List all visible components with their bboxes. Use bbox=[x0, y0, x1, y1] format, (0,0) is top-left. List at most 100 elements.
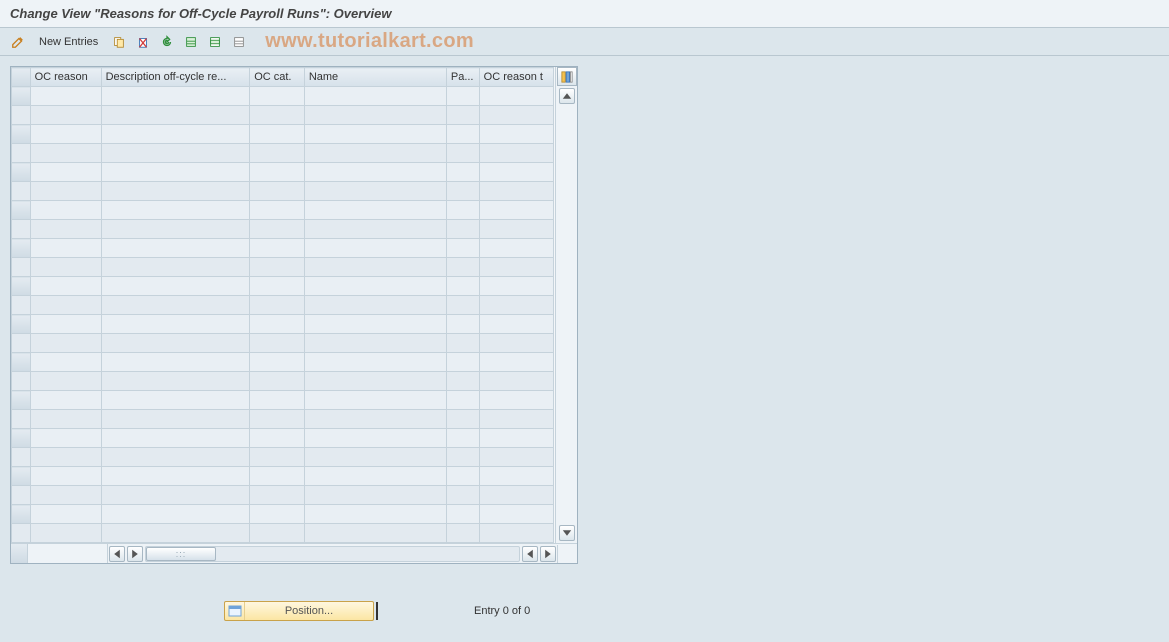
cell[interactable] bbox=[304, 410, 446, 429]
cell[interactable] bbox=[446, 277, 479, 296]
cell[interactable] bbox=[101, 258, 250, 277]
data-grid[interactable]: OC reasonDescription off-cycle re...OC c… bbox=[11, 67, 554, 543]
cell[interactable] bbox=[250, 448, 305, 467]
cell[interactable] bbox=[479, 201, 553, 220]
cell[interactable] bbox=[250, 106, 305, 125]
cell[interactable] bbox=[446, 296, 479, 315]
cell[interactable] bbox=[304, 486, 446, 505]
delete-icon[interactable] bbox=[133, 32, 153, 52]
cell[interactable] bbox=[250, 296, 305, 315]
cell[interactable] bbox=[101, 201, 250, 220]
undo-change-icon[interactable] bbox=[157, 32, 177, 52]
cell[interactable] bbox=[446, 448, 479, 467]
cell[interactable] bbox=[101, 524, 250, 543]
cell[interactable] bbox=[479, 144, 553, 163]
cell[interactable] bbox=[479, 87, 553, 106]
cell[interactable] bbox=[101, 486, 250, 505]
table-row[interactable] bbox=[12, 315, 554, 334]
cell[interactable] bbox=[101, 296, 250, 315]
cell[interactable] bbox=[250, 524, 305, 543]
cell[interactable] bbox=[30, 334, 101, 353]
table-row[interactable] bbox=[12, 372, 554, 391]
cell[interactable] bbox=[30, 144, 101, 163]
cell[interactable] bbox=[304, 106, 446, 125]
cell[interactable] bbox=[250, 372, 305, 391]
cell[interactable] bbox=[304, 87, 446, 106]
cell[interactable] bbox=[304, 277, 446, 296]
column-header[interactable]: OC reason bbox=[30, 68, 101, 87]
cell[interactable] bbox=[304, 258, 446, 277]
cell[interactable] bbox=[479, 106, 553, 125]
column-header[interactable]: OC reason t bbox=[479, 68, 553, 87]
table-row[interactable] bbox=[12, 277, 554, 296]
table-row[interactable] bbox=[12, 334, 554, 353]
new-entries-button[interactable]: New Entries bbox=[32, 32, 105, 52]
cell[interactable] bbox=[304, 201, 446, 220]
cell[interactable] bbox=[30, 429, 101, 448]
table-row[interactable] bbox=[12, 182, 554, 201]
cell[interactable] bbox=[30, 353, 101, 372]
scroll-right2-icon[interactable] bbox=[540, 546, 556, 562]
cell[interactable] bbox=[304, 163, 446, 182]
cell[interactable] bbox=[101, 391, 250, 410]
column-header[interactable]: Name bbox=[304, 68, 446, 87]
cell[interactable] bbox=[30, 486, 101, 505]
row-selector[interactable] bbox=[12, 448, 31, 467]
cell[interactable] bbox=[101, 87, 250, 106]
cell[interactable] bbox=[479, 277, 553, 296]
cell[interactable] bbox=[446, 106, 479, 125]
table-row[interactable] bbox=[12, 524, 554, 543]
cell[interactable] bbox=[30, 163, 101, 182]
vertical-scrollbar[interactable] bbox=[555, 67, 577, 543]
scroll-right-icon[interactable] bbox=[127, 546, 143, 562]
cell[interactable] bbox=[304, 429, 446, 448]
cell[interactable] bbox=[304, 334, 446, 353]
cell[interactable] bbox=[479, 429, 553, 448]
cell[interactable] bbox=[304, 125, 446, 144]
table-row[interactable] bbox=[12, 163, 554, 182]
table-row[interactable] bbox=[12, 410, 554, 429]
table-row[interactable] bbox=[12, 125, 554, 144]
row-selector[interactable] bbox=[12, 277, 31, 296]
cell[interactable] bbox=[479, 239, 553, 258]
cell[interactable] bbox=[30, 239, 101, 258]
cell[interactable] bbox=[250, 410, 305, 429]
cell[interactable] bbox=[479, 258, 553, 277]
row-selector[interactable] bbox=[12, 201, 31, 220]
cell[interactable] bbox=[101, 467, 250, 486]
row-selector[interactable] bbox=[12, 429, 31, 448]
table-row[interactable] bbox=[12, 429, 554, 448]
horizontal-scrollbar[interactable]: ::: bbox=[11, 543, 577, 563]
cell[interactable] bbox=[101, 106, 250, 125]
table-row[interactable] bbox=[12, 239, 554, 258]
cell[interactable] bbox=[479, 220, 553, 239]
cell[interactable] bbox=[101, 125, 250, 144]
cell[interactable] bbox=[30, 391, 101, 410]
cell[interactable] bbox=[304, 239, 446, 258]
row-selector[interactable] bbox=[12, 410, 31, 429]
cell[interactable] bbox=[250, 505, 305, 524]
cell[interactable] bbox=[446, 467, 479, 486]
row-selector[interactable] bbox=[12, 87, 31, 106]
cell[interactable] bbox=[446, 220, 479, 239]
row-selector[interactable] bbox=[12, 467, 31, 486]
cell[interactable] bbox=[101, 239, 250, 258]
cell[interactable] bbox=[446, 201, 479, 220]
select-all-icon[interactable] bbox=[181, 32, 201, 52]
cell[interactable] bbox=[250, 277, 305, 296]
cell[interactable] bbox=[250, 201, 305, 220]
row-selector[interactable] bbox=[12, 239, 31, 258]
cell[interactable] bbox=[304, 296, 446, 315]
table-row[interactable] bbox=[12, 296, 554, 315]
cell[interactable] bbox=[446, 505, 479, 524]
row-selector[interactable] bbox=[12, 258, 31, 277]
table-row[interactable] bbox=[12, 220, 554, 239]
table-row[interactable] bbox=[12, 391, 554, 410]
cell[interactable] bbox=[446, 353, 479, 372]
cell[interactable] bbox=[101, 372, 250, 391]
table-row[interactable] bbox=[12, 144, 554, 163]
cell[interactable] bbox=[304, 372, 446, 391]
cell[interactable] bbox=[446, 239, 479, 258]
cell[interactable] bbox=[479, 296, 553, 315]
table-row[interactable] bbox=[12, 87, 554, 106]
